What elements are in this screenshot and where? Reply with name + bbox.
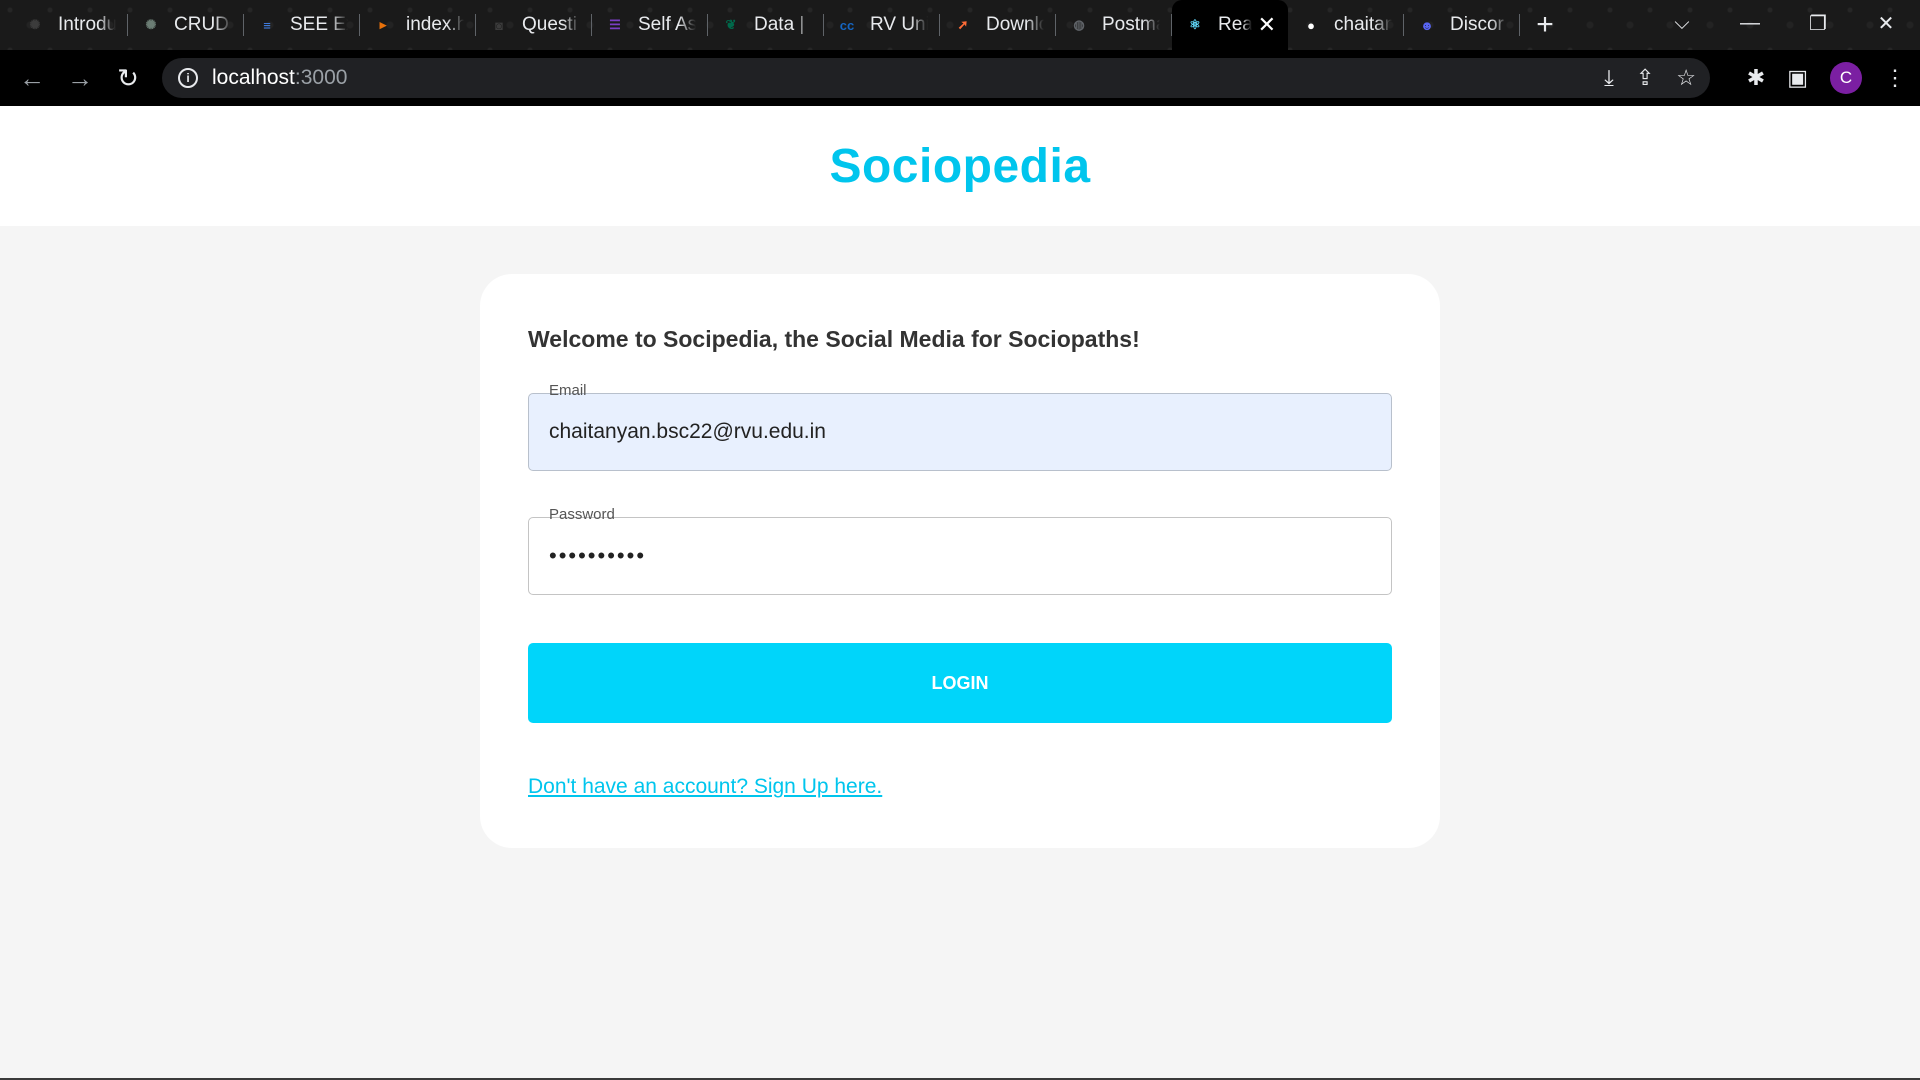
- app-header: Sociopedia: [0, 106, 1920, 226]
- cc-icon: cc: [839, 17, 855, 33]
- tab-label: RV Uni: [870, 14, 928, 35]
- browser-toolbar: ← → ↻ i localhost :3000 ⤓ ⇪ ☆ ✱ ▣ C ⋮: [0, 50, 1920, 106]
- browser-tab[interactable]: ▸ index.h: [360, 0, 476, 50]
- browser-tab[interactable]: ➚ Downlo: [940, 0, 1056, 50]
- bookmark-star-icon[interactable]: ☆: [1676, 65, 1696, 91]
- react-icon: ⚛: [1189, 17, 1201, 32]
- email-field[interactable]: Email chaitanyan.bsc22@rvu.edu.in: [528, 382, 1392, 471]
- openai-icon: ✺: [145, 17, 157, 32]
- tab-list: ✺ Introdu ✺ CRUD ≡ SEE Exa ▸ index.h ◙ Questi ☰ Sel…: [0, 0, 1570, 50]
- browser-tab[interactable]: ◍ Postma: [1056, 0, 1172, 50]
- browser-tab[interactable]: ☰ Self As: [592, 0, 708, 50]
- tab-label: SEE Exa: [290, 14, 348, 35]
- welcome-heading: Welcome to Socipedia, the Social Media f…: [528, 326, 1140, 352]
- google-docs-icon: ≡: [263, 17, 271, 33]
- forms-icon: ☰: [609, 17, 621, 32]
- address-port: :3000: [294, 66, 348, 89]
- tab-search-icon[interactable]: ⌵: [1648, 0, 1716, 46]
- password-label: Password: [543, 506, 621, 523]
- menu-kebab-icon[interactable]: ⋮: [1884, 65, 1906, 91]
- install-app-icon[interactable]: ⤓: [1604, 65, 1614, 91]
- login-card: Welcome to Socipedia, the Social Media f…: [480, 274, 1440, 848]
- window-controls: ⌵ — ❐ ✕: [1648, 0, 1920, 46]
- side-panel-icon[interactable]: ▣: [1787, 65, 1808, 91]
- postman-icon: ➚: [957, 17, 969, 32]
- browser-tab[interactable]: ✺ CRUD: [128, 0, 244, 50]
- address-host: localhost: [212, 66, 295, 89]
- tab-label: CRUD: [174, 14, 229, 35]
- browser-tabstrip: ✺ Introdu ✺ CRUD ≡ SEE Exa ▸ index.h ◙ Questi ☰ Sel…: [0, 0, 1920, 50]
- toolbar-actions: ✱ ▣ C ⋮: [1747, 50, 1906, 106]
- browser-tab[interactable]: ✺ Introdu: [12, 0, 128, 50]
- openai-icon: ✺: [29, 17, 41, 32]
- profile-avatar[interactable]: C: [1830, 62, 1862, 94]
- tab-label: chaitan: [1334, 14, 1392, 35]
- restore-icon[interactable]: ❐: [1784, 0, 1852, 46]
- browser-tab[interactable]: ◙ Questi: [476, 0, 592, 50]
- share-icon[interactable]: ⇪: [1636, 65, 1654, 91]
- browser-tab[interactable]: cc RV Uni: [824, 0, 940, 50]
- discord-icon: ☻: [1420, 17, 1434, 33]
- tab-label: Questi: [522, 14, 577, 35]
- tab-label: Discor: [1450, 14, 1504, 35]
- brand-logo-text[interactable]: Sociopedia: [829, 139, 1090, 194]
- tab-label: Postma: [1102, 14, 1160, 35]
- globe-icon: ◍: [1073, 17, 1085, 32]
- tab-label: index.h: [406, 14, 464, 35]
- site-info-icon[interactable]: i: [178, 68, 198, 88]
- signup-link[interactable]: Don't have an account? Sign Up here.: [528, 775, 882, 799]
- tab-label: Rea: [1218, 14, 1252, 35]
- mongodb-icon: ❦: [725, 17, 737, 32]
- tab-label: Data |: [754, 14, 805, 35]
- email-label: Email: [543, 382, 593, 399]
- minimize-icon[interactable]: —: [1716, 0, 1784, 46]
- login-button[interactable]: LOGIN: [528, 643, 1392, 723]
- close-tab-icon[interactable]: ✕: [1258, 12, 1276, 38]
- tab-label: Downlo: [986, 14, 1044, 35]
- github-icon: ●: [1307, 17, 1315, 33]
- omnibox-actions: ⤓ ⇪ ☆: [1604, 58, 1696, 98]
- password-value: ••••••••••: [549, 543, 647, 568]
- new-tab-button[interactable]: +: [1520, 0, 1570, 50]
- page-content: Sociopedia Welcome to Socipedia, the Soc…: [0, 106, 1920, 1080]
- address-bar[interactable]: i localhost :3000 ⤓ ⇪ ☆: [162, 58, 1710, 98]
- tab-label: Introdu: [58, 14, 116, 35]
- extensions-icon[interactable]: ✱: [1747, 65, 1765, 91]
- back-icon[interactable]: ←: [8, 54, 56, 102]
- tab-label: Self As: [638, 14, 696, 35]
- forward-icon[interactable]: →: [56, 54, 104, 102]
- browser-tab[interactable]: ☻ Discor: [1404, 0, 1520, 50]
- browser-tab[interactable]: ⚛ Rea ✕: [1172, 0, 1288, 50]
- contact-icon: ◙: [495, 17, 503, 33]
- browser-tab[interactable]: ❦ Data |: [708, 0, 824, 50]
- password-field[interactable]: Password ••••••••••: [528, 506, 1392, 595]
- file-icon: ▸: [379, 17, 387, 32]
- email-value: chaitanyan.bsc22@rvu.edu.in: [549, 420, 826, 443]
- close-window-icon[interactable]: ✕: [1852, 0, 1920, 46]
- reload-icon[interactable]: ↻: [104, 54, 152, 102]
- browser-tab[interactable]: ● chaitan: [1288, 0, 1404, 50]
- browser-tab[interactable]: ≡ SEE Exa: [244, 0, 360, 50]
